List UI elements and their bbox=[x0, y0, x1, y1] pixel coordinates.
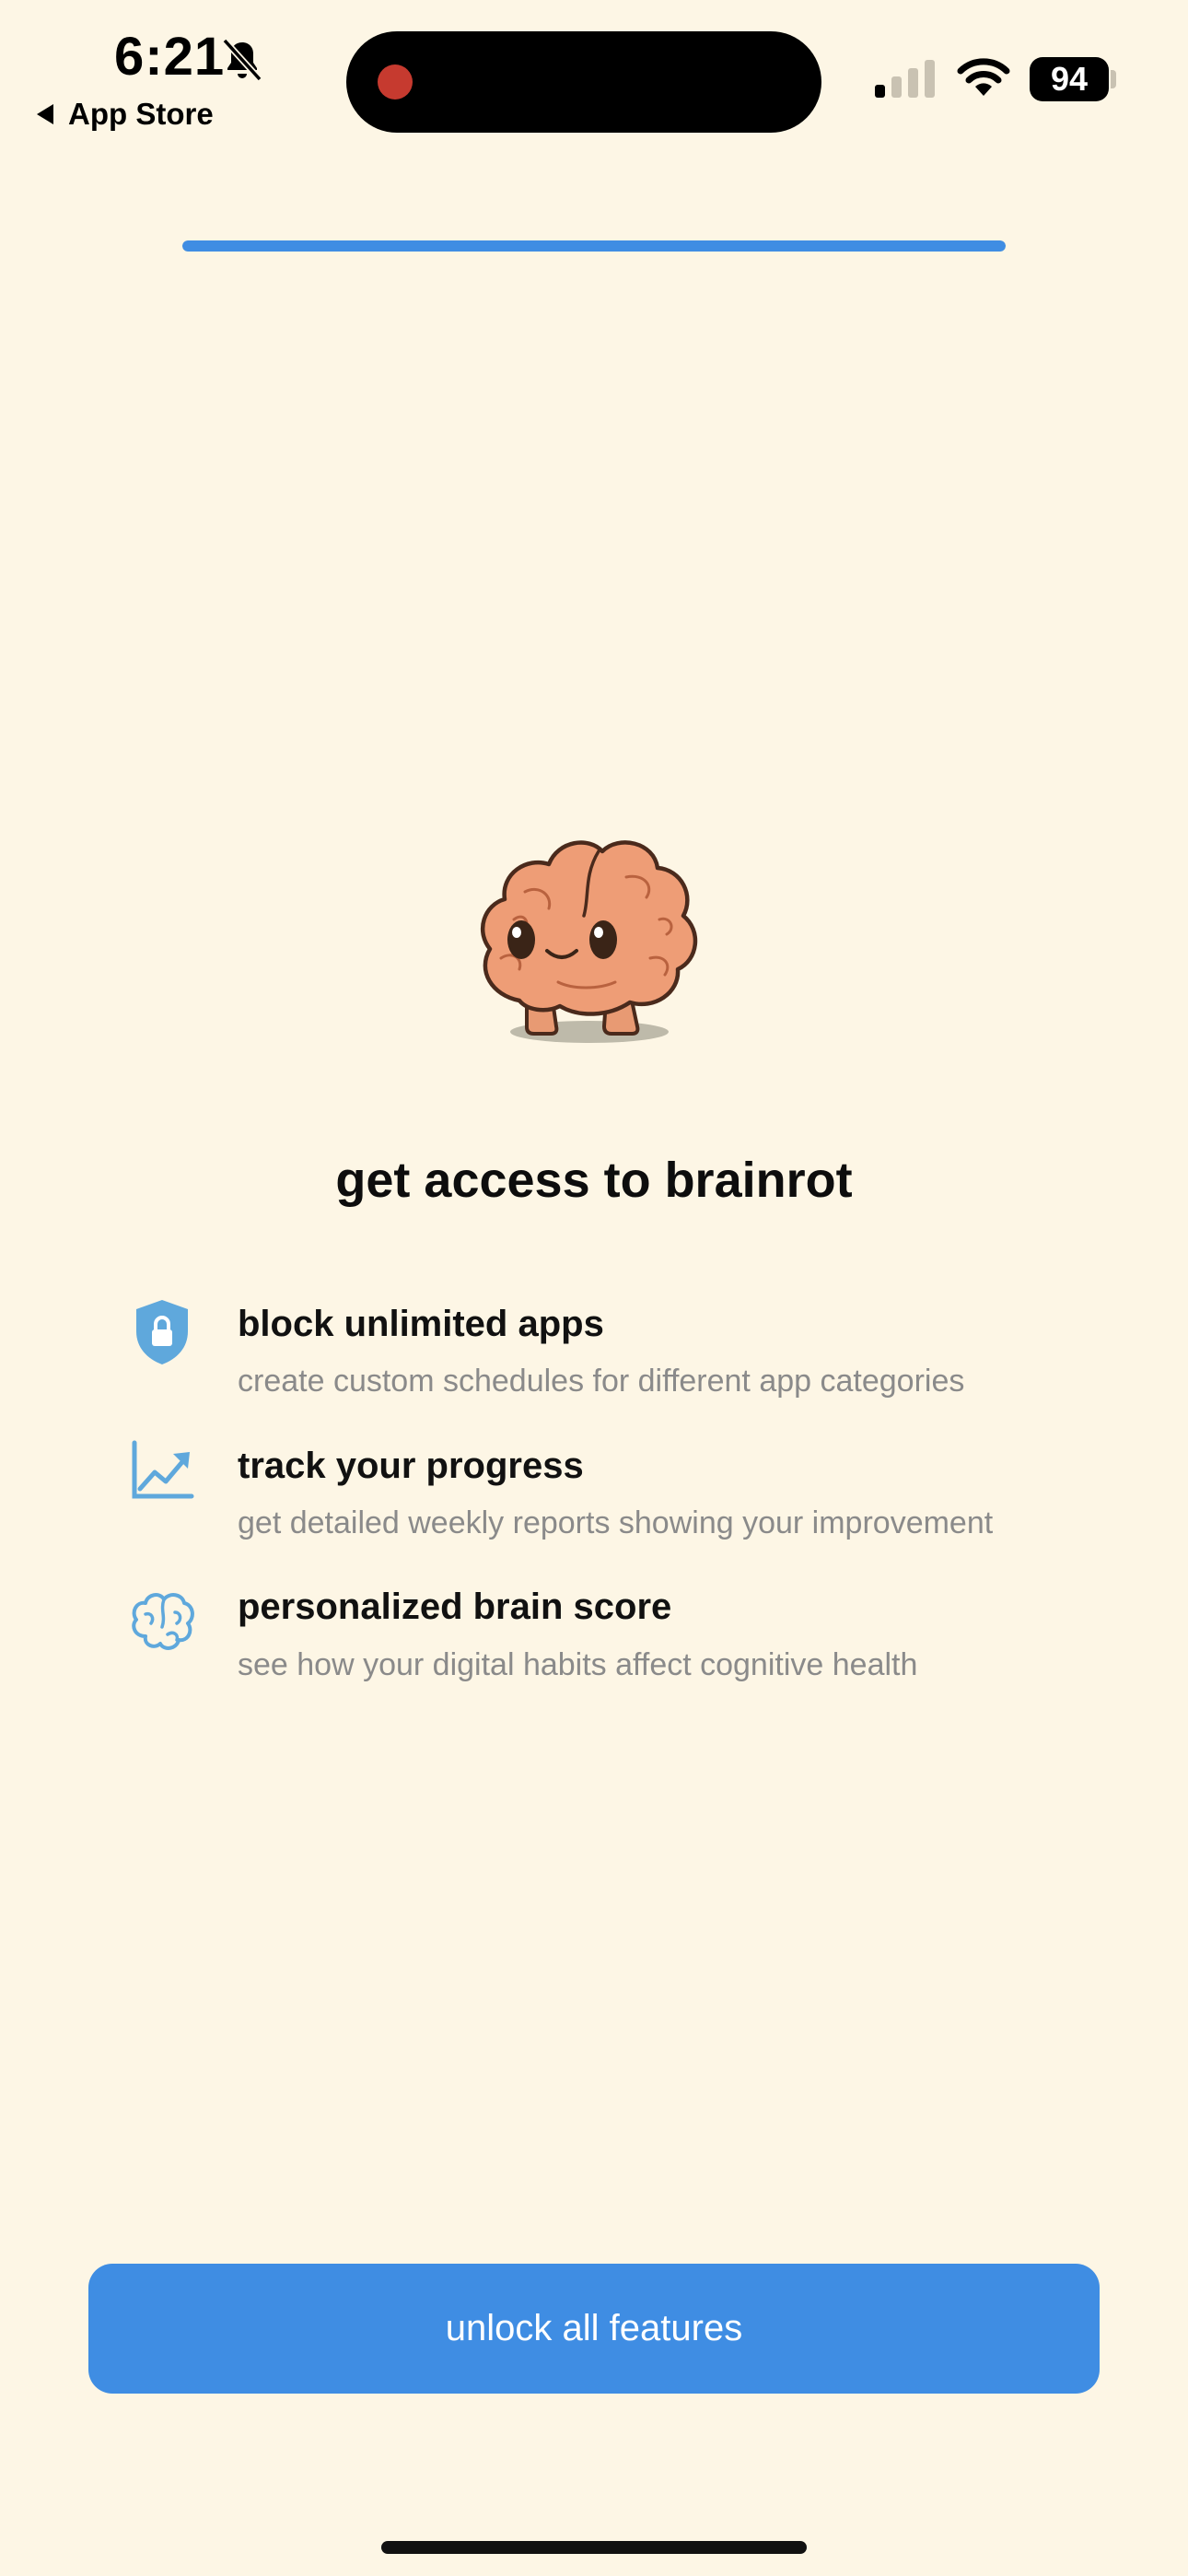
cell-signal-icon bbox=[875, 60, 935, 98]
page-title: get access to brainrot bbox=[335, 1153, 853, 1208]
brain-icon bbox=[132, 1593, 194, 1650]
feature-title-block-apps: block unlimited apps bbox=[238, 1304, 604, 1344]
unlock-all-features-button[interactable]: unlock all features bbox=[88, 2264, 1100, 2394]
wifi-icon bbox=[957, 58, 1010, 96]
feature-desc-track-progress: get detailed weekly reports showing your… bbox=[238, 1505, 994, 1540]
brain-mascot-illustration bbox=[480, 840, 698, 1043]
feature-desc-brain-score: see how your digital habits affect cogni… bbox=[238, 1647, 918, 1682]
feature-title-track-progress: track your progress bbox=[238, 1446, 584, 1486]
bell-slash-icon bbox=[222, 38, 262, 82]
trending-chart-icon bbox=[132, 1440, 194, 1499]
battery-level: 94 bbox=[1050, 60, 1089, 98]
back-arrow-icon bbox=[37, 104, 53, 124]
back-to-app-store-link[interactable]: App Store bbox=[35, 94, 214, 135]
back-label: App Store bbox=[68, 97, 214, 131]
feature-desc-block-apps: create custom schedules for different ap… bbox=[238, 1364, 965, 1399]
recording-indicator bbox=[378, 64, 413, 100]
battery-cap bbox=[1111, 70, 1116, 88]
feature-title-brain-score: personalized brain score bbox=[238, 1587, 672, 1627]
battery-indicator: 94 bbox=[1030, 57, 1109, 101]
shield-lock-icon bbox=[136, 1300, 188, 1364]
onboarding-progress-bar bbox=[182, 240, 1006, 252]
onboarding-progress-fill bbox=[182, 240, 1006, 252]
status-time: 6:21 bbox=[114, 27, 226, 87]
home-indicator[interactable] bbox=[381, 2541, 807, 2554]
dynamic-island bbox=[346, 31, 821, 133]
